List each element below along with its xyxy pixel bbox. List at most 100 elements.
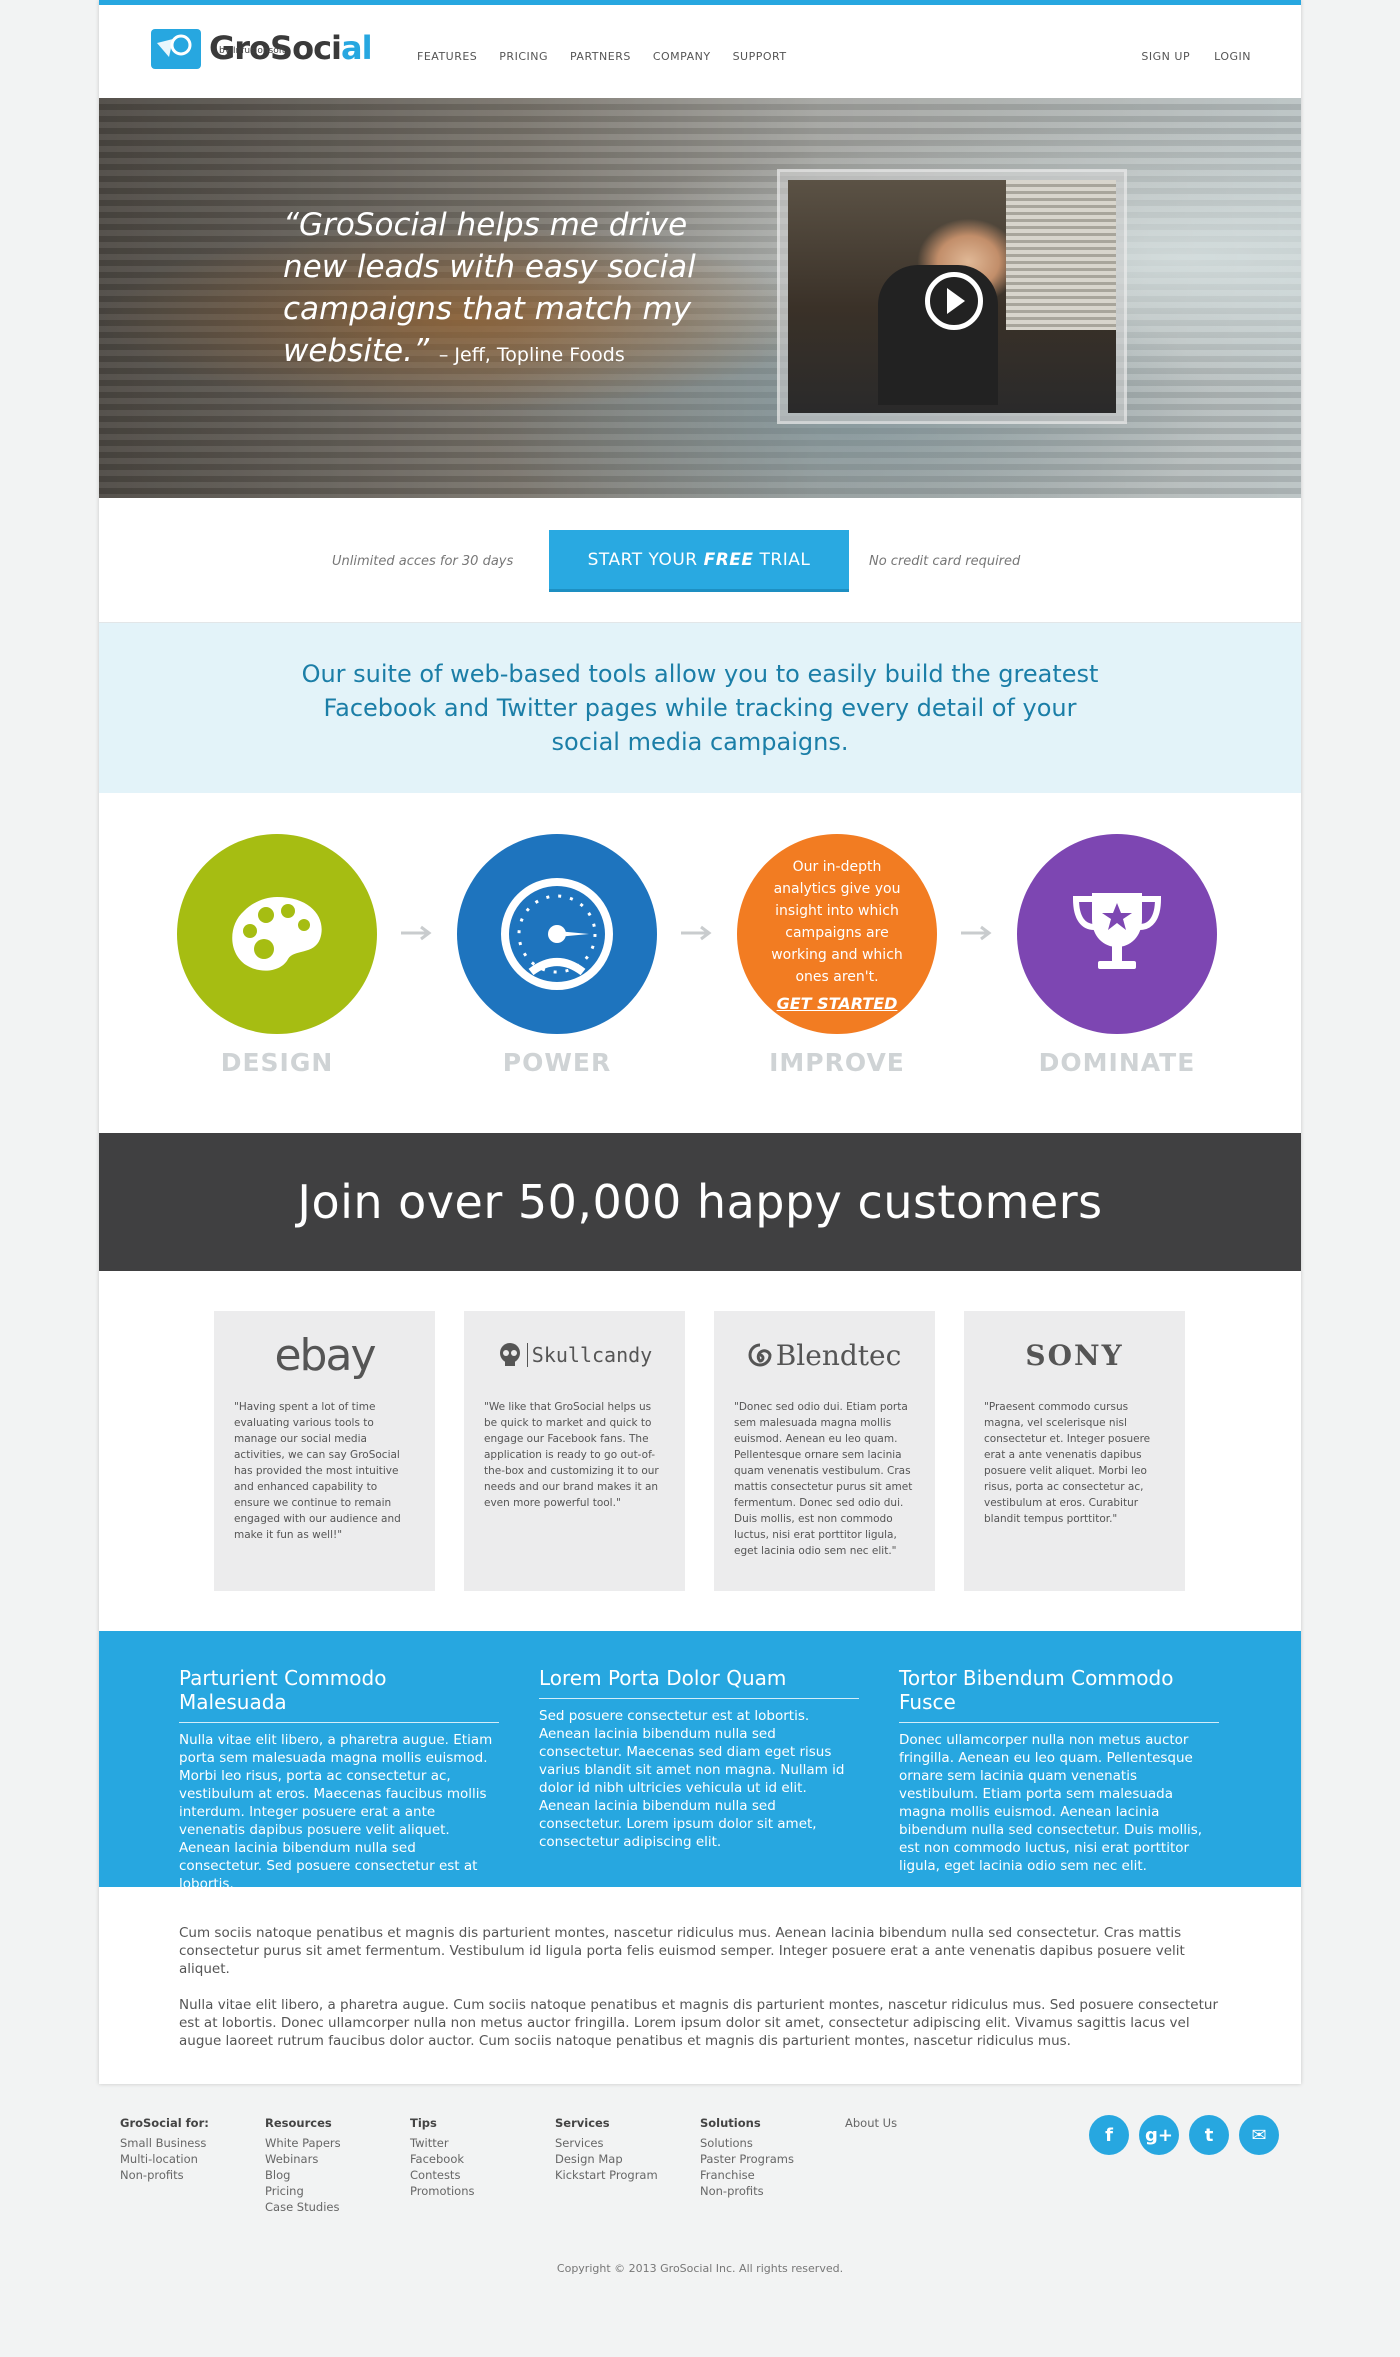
footer-heading: Tips: [410, 2116, 437, 2130]
get-started-link[interactable]: GET STARTED: [777, 994, 898, 1013]
footer-link[interactable]: Multi-location: [120, 2151, 209, 2167]
power-circle: [457, 834, 657, 1034]
testimonial-quote: "Praesent commodo cursus magna, vel scel…: [984, 1401, 1151, 1525]
footer-link[interactable]: Facebook: [410, 2151, 475, 2167]
about-us-link[interactable]: About Us: [845, 2115, 897, 2131]
feature-column: Parturient Commodo Malesuada Nulla vitae…: [179, 1666, 499, 1893]
footer-link[interactable]: Small Business: [120, 2135, 209, 2151]
feature-column: Tortor Bibendum Commodo Fusce Donec ulla…: [899, 1666, 1219, 1875]
footer-link[interactable]: Blog: [265, 2167, 341, 2183]
footer-column-resources: Resources White Papers Webinars Blog Pri…: [265, 2115, 341, 2215]
email-icon[interactable]: ✉: [1239, 2115, 1279, 2155]
play-icon[interactable]: [925, 272, 983, 330]
skullcandy-logo: Skullcandy: [484, 1311, 665, 1399]
improve-circle: Our in-depth analytics give you insight …: [737, 834, 937, 1034]
footer-heading: GroSocial for:: [120, 2116, 209, 2130]
footer-link[interactable]: Franchise: [700, 2167, 794, 2183]
hero-banner: “GroSocial helps me drive new leads with…: [99, 98, 1301, 498]
footer-link[interactable]: Kickstart Program: [555, 2167, 658, 2183]
footer-link[interactable]: Twitter: [410, 2135, 475, 2151]
suite-intro: Our suite of web-based tools allow you t…: [99, 623, 1301, 793]
nav-features[interactable]: FEATURES: [417, 50, 477, 63]
step-dominate[interactable]: DOMINATE: [1017, 834, 1217, 1077]
join-customers-banner: Join over 50,000 happy customers: [99, 1133, 1301, 1271]
dominate-circle: [1017, 834, 1217, 1034]
step-power[interactable]: POWER: [457, 834, 657, 1077]
footer-link[interactable]: Non-profits: [120, 2167, 209, 2183]
nav-partners[interactable]: PARTNERS: [570, 50, 631, 63]
body-copy: Cum sociis natoque penatibus et magnis d…: [179, 1924, 1219, 2068]
main-nav: FEATURES PRICING PARTNERS COMPANY SUPPOR…: [417, 50, 787, 63]
no-credit-card-note: No credit card required: [869, 554, 1021, 569]
footer-link[interactable]: Design Map: [555, 2151, 658, 2167]
arrow-right-icon: [681, 925, 712, 941]
footer-link[interactable]: Solutions: [700, 2135, 794, 2151]
hero-quote-attribution: – Jeff, Topline Foods: [438, 344, 625, 366]
feature-column: Lorem Porta Dolor Quam Sed posuere conse…: [539, 1666, 859, 1851]
video-background-blinds: [1006, 180, 1116, 330]
cta-button-suffix: TRIAL: [759, 549, 811, 570]
feature-text: Donec ullamcorper nulla non metus auctor…: [899, 1732, 1203, 1874]
suite-intro-text: Our suite of web-based tools allow you t…: [301, 660, 1099, 756]
step-power-label: POWER: [502, 1048, 612, 1077]
body-paragraph: Cum sociis natoque penatibus et magnis d…: [179, 1925, 1185, 1977]
footer-link[interactable]: Promotions: [410, 2183, 475, 2199]
testimonial-quote: "Having spent a lot of time evaluating v…: [234, 1401, 401, 1541]
copyright: Copyright © 2013 GroSocial Inc. All righ…: [556, 2262, 844, 2275]
ebay-logo: ebay: [234, 1311, 415, 1399]
speedometer-icon: [501, 878, 613, 990]
feature-columns: Parturient Commodo Malesuada Nulla vitae…: [99, 1631, 1301, 1892]
google-plus-icon[interactable]: g+: [1139, 2115, 1179, 2155]
footer-heading: Services: [555, 2116, 610, 2130]
improve-description: Our in-depth analytics give you insight …: [771, 858, 903, 985]
start-free-trial-button[interactable]: START YOUR FREE TRIAL: [549, 530, 849, 592]
nav-company[interactable]: COMPANY: [653, 50, 711, 63]
testimonial-card: ebay "Having spent a lot of time evaluat…: [214, 1311, 435, 1591]
testimonial-card: Skullcandy "We like that GroSocial helps…: [464, 1311, 685, 1591]
arrow-right-icon: [961, 925, 992, 941]
step-improve-label: IMPROVE: [769, 1048, 905, 1077]
trophy-icon: [1072, 893, 1162, 969]
footer-link[interactable]: Paster Programs: [700, 2151, 794, 2167]
account-nav: SIGN UP LOGIN: [1141, 50, 1251, 63]
join-customers-title: Join over 50,000 happy customers: [297, 1175, 1103, 1229]
blendtec-wordmark: Blendtec: [775, 1338, 902, 1372]
sony-wordmark: SONY: [1025, 1338, 1124, 1372]
nav-pricing[interactable]: PRICING: [499, 50, 548, 63]
step-design-label: DESIGN: [220, 1048, 334, 1077]
footer-column-tips: Tips Twitter Facebook Contests Promotion…: [410, 2115, 475, 2199]
ebay-wordmark: ebay: [274, 1329, 376, 1381]
footer-link[interactable]: Non-profits: [700, 2183, 794, 2199]
trial-cta-band: Unlimited acces for 30 days START YOUR F…: [99, 498, 1301, 623]
skullcandy-wordmark: Skullcandy: [526, 1343, 652, 1367]
nav-support[interactable]: SUPPORT: [733, 50, 787, 63]
signup-link[interactable]: SIGN UP: [1141, 50, 1190, 63]
hero-quote: “GroSocial helps me drive new leads with…: [283, 204, 723, 376]
footer-link[interactable]: Contests: [410, 2167, 475, 2183]
social-links: f g+ t ✉: [1089, 2115, 1279, 2155]
logo-byline: by Infusionsoft.: [219, 46, 289, 56]
testimonial-quote: "We like that GroSocial helps us be quic…: [484, 1401, 659, 1509]
footer-heading: Solutions: [700, 2116, 761, 2130]
blendtec-swirl-icon: [748, 1343, 772, 1367]
arrow-right-icon: [401, 925, 432, 941]
blendtec-logo: Blendtec: [734, 1311, 915, 1399]
footer-link[interactable]: Case Studies: [265, 2199, 341, 2215]
step-dominate-label: DOMINATE: [1038, 1048, 1196, 1077]
palette-icon: [232, 897, 322, 971]
footer-link[interactable]: Services: [555, 2135, 658, 2151]
body-paragraph: Nulla vitae elit libero, a pharetra augu…: [179, 1997, 1218, 2049]
step-design[interactable]: DESIGN: [177, 834, 377, 1077]
step-improve[interactable]: Our in-depth analytics give you insight …: [737, 834, 937, 1077]
login-link[interactable]: LOGIN: [1214, 50, 1251, 63]
footer-link[interactable]: Webinars: [265, 2151, 341, 2167]
footer-link[interactable]: White Papers: [265, 2135, 341, 2151]
skull-icon: [499, 1343, 520, 1366]
site-header: GroSocial by Infusionsoft. FEATURES PRIC…: [99, 5, 1301, 98]
footer-link[interactable]: Pricing: [265, 2183, 341, 2199]
facebook-icon[interactable]: f: [1089, 2115, 1129, 2155]
twitter-icon[interactable]: t: [1189, 2115, 1229, 2155]
feature-text: Nulla vitae elit libero, a pharetra augu…: [179, 1732, 493, 1892]
testimonials: ebay "Having spent a lot of time evaluat…: [99, 1271, 1301, 1631]
video-player[interactable]: [777, 169, 1127, 424]
